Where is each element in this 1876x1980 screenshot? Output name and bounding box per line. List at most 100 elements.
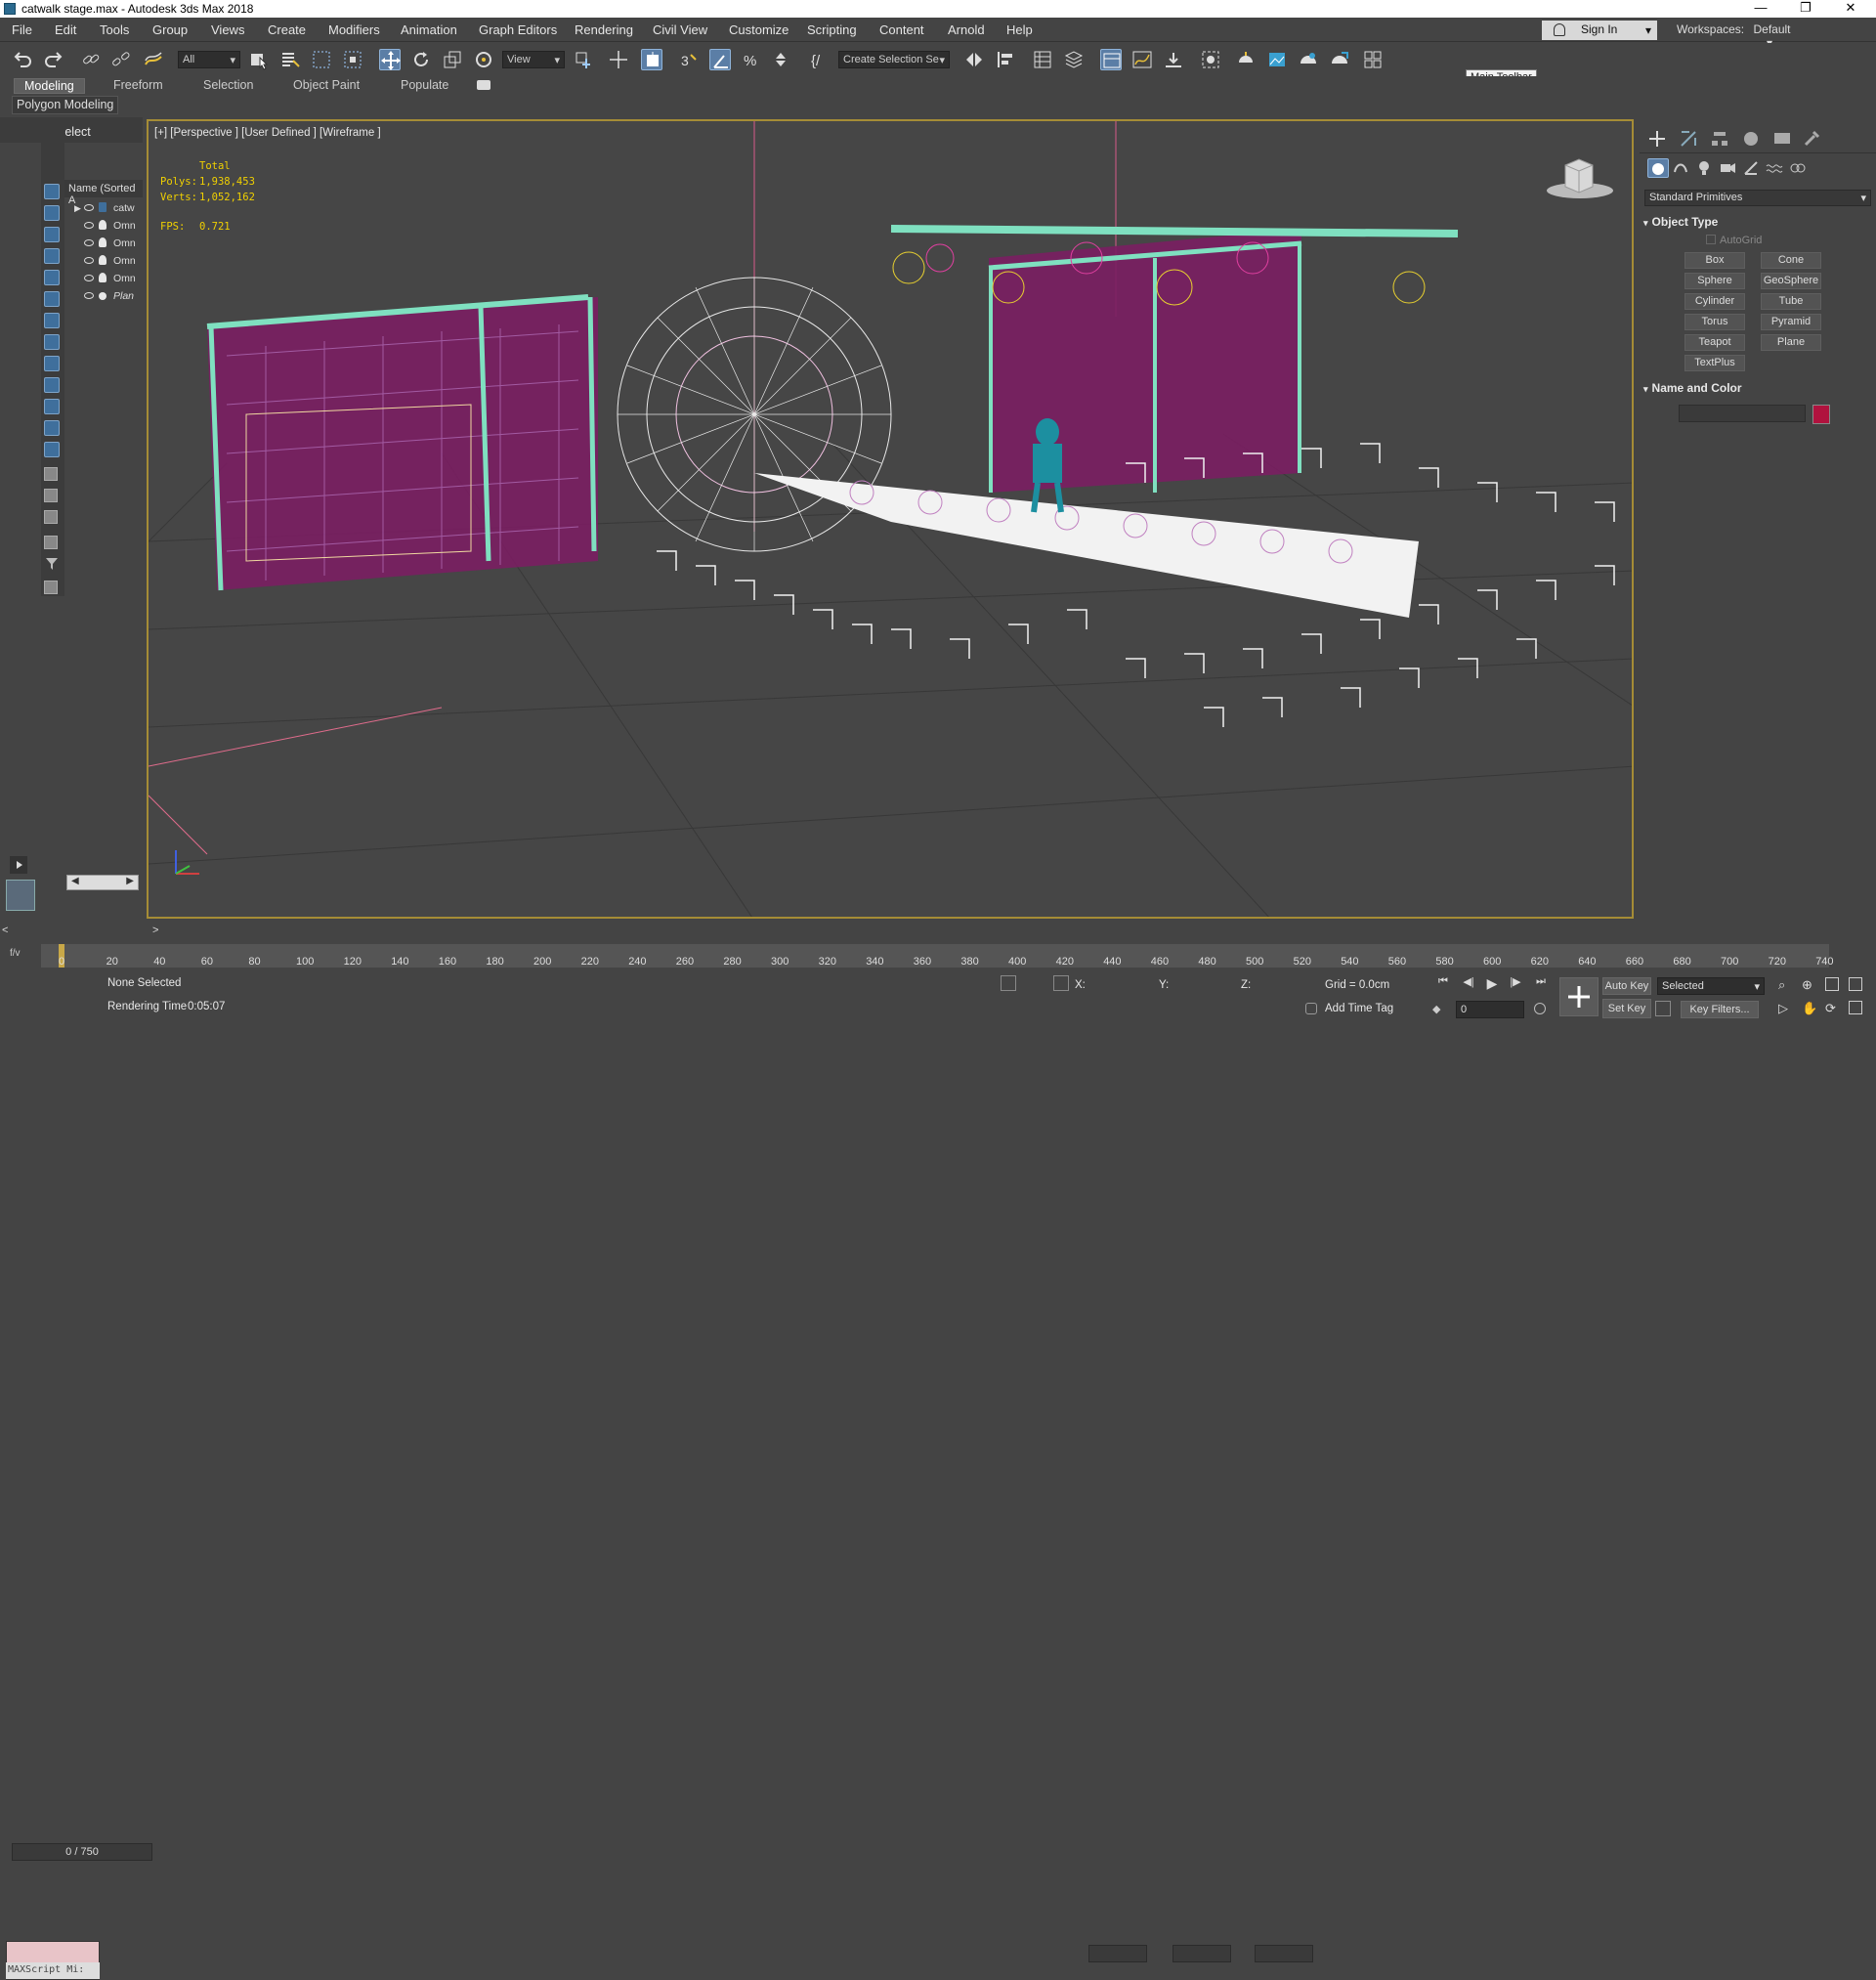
display-frozen-icon[interactable]: [44, 399, 60, 414]
key-filters-button[interactable]: Key Filters...: [1681, 1001, 1759, 1018]
list-item[interactable]: Omn: [64, 218, 143, 235]
autogrid-checkbox[interactable]: AutoGrid: [1706, 235, 1762, 246]
previous-key-icon[interactable]: ◀|: [1460, 975, 1477, 993]
invert-display-icon[interactable]: [44, 489, 58, 502]
geometry-icon[interactable]: [1647, 158, 1669, 178]
snaps-toggle-icon[interactable]: 3: [678, 49, 700, 70]
display-helpers-icon[interactable]: [44, 270, 60, 285]
object-type-rollout[interactable]: ▾ Object Type: [1643, 215, 1872, 231]
redo-icon[interactable]: [43, 49, 64, 70]
menu-edit[interactable]: Edit: [55, 22, 76, 37]
pan-view-icon[interactable]: ✋: [1802, 1001, 1817, 1016]
menu-help[interactable]: Help: [1006, 22, 1033, 37]
box-button[interactable]: Box: [1684, 252, 1745, 269]
expand-arrow-icon[interactable]: [0, 850, 39, 874]
tab-selection[interactable]: Selection: [203, 78, 253, 92]
render-production-icon[interactable]: [1298, 49, 1319, 70]
angle-snap-icon[interactable]: [709, 49, 731, 70]
perspective-viewport[interactable]: [+] [Perspective ] [User Defined ] [Wire…: [147, 119, 1634, 919]
menu-scripting[interactable]: Scripting: [807, 22, 857, 37]
utilities-tab-icon[interactable]: [1802, 129, 1823, 149]
list-item[interactable]: Omn: [64, 253, 143, 270]
display-lights-icon[interactable]: [44, 227, 60, 242]
curve-editor-icon[interactable]: [1131, 49, 1153, 70]
display-all-icon[interactable]: [44, 442, 60, 457]
zoom-icon[interactable]: ⌕: [1778, 977, 1785, 993]
pyramid-button[interactable]: Pyramid: [1761, 314, 1821, 330]
visibility-eye-icon[interactable]: [84, 292, 94, 299]
isolate-selection-icon[interactable]: [1001, 975, 1016, 991]
reference-coordinate-dropdown[interactable]: View ▾: [502, 51, 565, 68]
display-tab-icon[interactable]: [1772, 129, 1794, 149]
menu-rendering[interactable]: Rendering: [575, 22, 633, 37]
a360-gallery-icon[interactable]: [1362, 49, 1384, 70]
tab-object-paint[interactable]: Object Paint: [293, 78, 360, 92]
next-key-icon[interactable]: |▶: [1507, 975, 1524, 993]
link-icon[interactable]: [80, 49, 102, 70]
visibility-eye-icon[interactable]: [84, 204, 94, 211]
percent-snap-icon[interactable]: %: [741, 49, 762, 70]
set-keys-icon[interactable]: [1559, 977, 1599, 1016]
zoom-all-icon[interactable]: ⊕: [1802, 977, 1812, 993]
menu-modifiers[interactable]: Modifiers: [328, 22, 380, 37]
list-item[interactable]: Plan: [64, 288, 143, 305]
systems-icon[interactable]: [1788, 158, 1810, 178]
bind-spacewarp-icon[interactable]: [143, 49, 164, 70]
z-coordinate-input[interactable]: [1255, 1945, 1313, 1962]
filter-icon[interactable]: [45, 557, 59, 571]
tab-freeform[interactable]: Freeform: [113, 78, 163, 92]
menu-arnold[interactable]: Arnold: [948, 22, 985, 37]
select-by-name-icon[interactable]: [279, 49, 301, 70]
maxscript-mini-listener-input[interactable]: MAXScript Mi:: [6, 1962, 100, 1979]
select-and-scale-icon[interactable]: [442, 49, 463, 70]
rendered-frame-window-icon[interactable]: [1266, 49, 1288, 70]
visibility-eye-icon[interactable]: [84, 222, 94, 229]
visibility-eye-icon[interactable]: [84, 275, 94, 281]
key-selection-set-dropdown[interactable]: Selected ▾: [1657, 977, 1765, 995]
named-selection-dropdown[interactable]: Create Selection Se ▾: [838, 51, 950, 68]
list-item[interactable]: Omn: [64, 236, 143, 252]
plane-button[interactable]: Plane: [1761, 334, 1821, 351]
goto-end-icon[interactable]: ⏭: [1532, 975, 1550, 993]
hierarchy-tab-icon[interactable]: [1710, 129, 1731, 149]
list-item[interactable]: Omn: [64, 271, 143, 287]
torus-button[interactable]: Torus: [1684, 314, 1745, 330]
menu-group[interactable]: Group: [152, 22, 188, 37]
scroll-right-icon[interactable]: ▶: [126, 876, 134, 886]
display-groups-icon[interactable]: [44, 313, 60, 328]
shapes-icon[interactable]: [1671, 158, 1692, 178]
sign-in-dropdown[interactable]: Sign In ▾: [1542, 21, 1657, 40]
menu-customize[interactable]: Customize: [729, 22, 789, 37]
undo-icon[interactable]: [12, 49, 33, 70]
goto-start-icon[interactable]: ⏮: [1434, 975, 1452, 993]
zoom-extents-all-icon[interactable]: [1849, 977, 1862, 991]
display-spacewarps-icon[interactable]: [44, 291, 60, 307]
x-coordinate-input[interactable]: [1088, 1945, 1147, 1962]
display-none-icon[interactable]: [44, 467, 58, 481]
key-mode-icon[interactable]: ◆: [1432, 1003, 1440, 1015]
render-setup-icon[interactable]: [1235, 49, 1257, 70]
display-containers-icon[interactable]: [44, 377, 60, 393]
tab-modeling[interactable]: Modeling: [14, 78, 85, 94]
select-and-rotate-icon[interactable]: [410, 49, 432, 70]
lights-icon[interactable]: [1694, 158, 1716, 178]
display-geometry-icon[interactable]: [44, 184, 60, 199]
geosphere-button[interactable]: GeoSphere: [1761, 273, 1821, 289]
select-manipulate-icon[interactable]: [608, 49, 629, 70]
field-of-view-icon[interactable]: ▷: [1778, 1001, 1788, 1016]
object-category-dropdown[interactable]: Standard Primitives ▾: [1644, 190, 1871, 206]
toggle-layer-explorer-icon[interactable]: [1063, 49, 1085, 70]
display-shapes-icon[interactable]: [44, 205, 60, 221]
space-warps-icon[interactable]: [1765, 158, 1786, 178]
viewport-label-menu[interactable]: [+] [Perspective ] [User Defined ] [Wire…: [154, 127, 381, 139]
motion-tab-icon[interactable]: [1741, 129, 1763, 149]
render-in-cloud-icon[interactable]: [1329, 49, 1350, 70]
time-slider[interactable]: 0 / 750: [12, 1843, 152, 1861]
menu-create[interactable]: Create: [268, 22, 306, 37]
textplus-button[interactable]: TextPlus: [1684, 355, 1745, 371]
find-icon[interactable]: [44, 510, 58, 524]
menu-content[interactable]: Content: [879, 22, 924, 37]
keyboard-shortcut-override-icon[interactable]: [641, 49, 662, 70]
create-tab-icon[interactable]: [1647, 129, 1669, 149]
list-item[interactable]: ▶ catw: [64, 200, 143, 217]
